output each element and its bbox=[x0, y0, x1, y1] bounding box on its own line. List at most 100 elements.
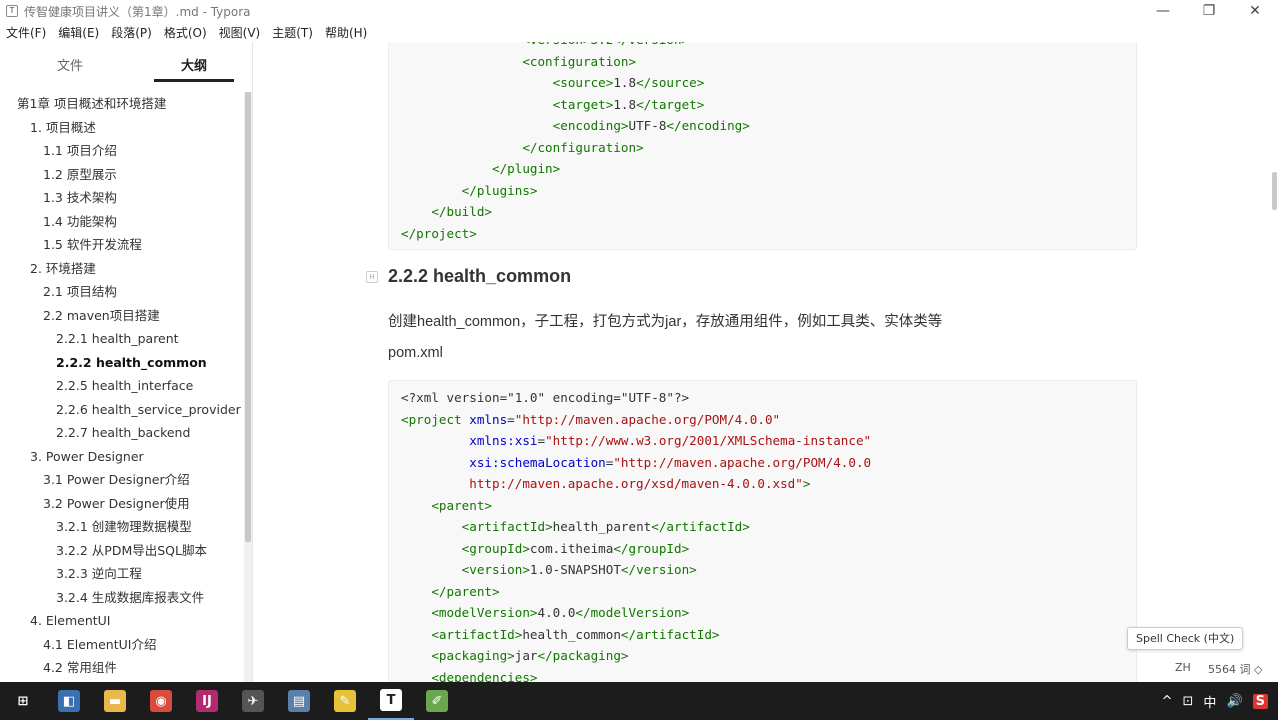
editor-area[interactable]: <version>3.2</version> <configuration> <… bbox=[254, 42, 1278, 682]
notepad-glyph: ✐ bbox=[426, 690, 448, 712]
outline-item[interactable]: 2. 环境搭建 bbox=[0, 257, 245, 281]
network-icon[interactable]: ⊡ bbox=[1183, 694, 1194, 709]
code-token: </plugin> bbox=[401, 161, 561, 176]
outline-item[interactable]: 2.2.2 health_common bbox=[0, 351, 245, 375]
menu-edit[interactable]: 编辑(E) bbox=[52, 24, 105, 41]
code-token: <target> bbox=[552, 96, 614, 112]
code-token: <dependencies> bbox=[401, 669, 538, 683]
code-token: </parent> bbox=[401, 583, 500, 599]
control-panel-icon[interactable]: ▤ bbox=[276, 682, 322, 720]
app-bird-icon[interactable]: ✈ bbox=[230, 682, 276, 720]
tab-files[interactable]: 文件 bbox=[15, 55, 125, 80]
app-yellow-icon[interactable]: ✎ bbox=[322, 682, 368, 720]
outline-item[interactable]: 3.2.3 逆向工程 bbox=[0, 562, 245, 586]
typora-icon[interactable]: T bbox=[368, 682, 414, 720]
menu-format[interactable]: 格式(O) bbox=[158, 24, 213, 41]
notepad-icon[interactable]: ✐ bbox=[414, 682, 460, 720]
outline-item[interactable]: 3.2.1 创建物理数据模型 bbox=[0, 515, 245, 539]
typora-glyph: T bbox=[380, 689, 402, 711]
outline-item[interactable]: 4.2 常用组件 bbox=[0, 656, 245, 680]
code-line: <encoding>UTF-8</encoding> bbox=[401, 115, 1124, 137]
language-indicator[interactable]: ZH bbox=[1175, 661, 1191, 674]
outline-item[interactable]: 3.1 Power Designer介绍 bbox=[0, 468, 245, 492]
menu-help[interactable]: 帮助(H) bbox=[319, 24, 373, 41]
menu-paragraph[interactable]: 段落(P) bbox=[105, 24, 158, 41]
heading-anchor-icon: H bbox=[366, 271, 378, 283]
outline-item[interactable]: 3.2 Power Designer使用 bbox=[0, 492, 245, 516]
file-explorer-icon[interactable]: ▬ bbox=[92, 682, 138, 720]
code-token: xmlns bbox=[469, 411, 508, 427]
code-block-pom[interactable]: <?xml version="1.0" encoding="UTF-8"?> <p… bbox=[388, 380, 1137, 682]
outline-item[interactable]: 1.2 原型展示 bbox=[0, 163, 245, 187]
outline-item[interactable]: 4. ElementUI bbox=[0, 609, 245, 633]
minimize-icon[interactable]: — bbox=[1140, 0, 1186, 22]
code-line: <parent> bbox=[401, 495, 1124, 517]
file-explorer-glyph: ▬ bbox=[104, 690, 126, 712]
menu-theme[interactable]: 主题(T) bbox=[266, 24, 319, 41]
outline-item[interactable]: 2.1 项目结构 bbox=[0, 280, 245, 304]
ime-icon[interactable]: 中 bbox=[1203, 692, 1216, 711]
code-token: </plugins> bbox=[401, 182, 538, 198]
code-block-build[interactable]: <version>3.2</version> <configuration> <… bbox=[388, 42, 1137, 250]
code-token: http://maven.apache.org/xsd/maven-4.0.0.… bbox=[401, 476, 803, 491]
code-token: jar bbox=[514, 648, 538, 663]
chrome-icon[interactable]: ◉ bbox=[138, 682, 184, 720]
outline-item[interactable]: 2.2 maven项目搭建 bbox=[0, 304, 245, 328]
system-tray: ^ ⊡ 中 🔊 S bbox=[1162, 682, 1278, 720]
volume-icon[interactable]: 🔊 bbox=[1226, 694, 1242, 709]
outline-item[interactable]: 3.2.4 生成数据库报表文件 bbox=[0, 586, 245, 610]
outline-item[interactable]: 2.2.1 health_parent bbox=[0, 327, 245, 351]
task-view-glyph: ◧ bbox=[58, 690, 80, 712]
intellij-icon[interactable]: IJ bbox=[184, 682, 230, 720]
code-token: <packaging> bbox=[431, 648, 515, 663]
outline-item[interactable]: 3.2.2 从PDM导出SQL脚本 bbox=[0, 539, 245, 563]
spell-check-tooltip[interactable]: Spell Check (中文) bbox=[1127, 627, 1244, 650]
sidebar-scrollbar-thumb[interactable] bbox=[245, 92, 251, 542]
code-line: <groupId>com.itheima</groupId> bbox=[401, 538, 1124, 560]
code-line: <target>1.8</target> bbox=[401, 94, 1124, 116]
tab-outline[interactable]: 大纲 bbox=[139, 55, 249, 82]
code-token: <source> bbox=[552, 75, 614, 90]
code-token: <project bbox=[401, 411, 470, 427]
tray-chevron-icon[interactable]: ^ bbox=[1162, 694, 1173, 709]
outline-item[interactable]: 4.1 ElementUI介绍 bbox=[0, 633, 245, 657]
outline-item[interactable]: 1.3 技术架构 bbox=[0, 186, 245, 210]
editor-scrollbar-thumb[interactable] bbox=[1272, 172, 1277, 210]
code-token: <?xml version="1.0" encoding="UTF-8"?> bbox=[401, 390, 690, 405]
section-heading: 2.2.2 health_common bbox=[388, 266, 572, 286]
task-view-icon[interactable]: ◧ bbox=[46, 682, 92, 720]
outline-item[interactable]: 3. Power Designer bbox=[0, 445, 245, 469]
tray-app-icon[interactable]: S bbox=[1252, 693, 1268, 709]
outline-item[interactable]: 2.2.5 health_interface bbox=[0, 374, 245, 398]
outline-item[interactable]: 2.2.6 health_service_provider bbox=[0, 398, 245, 422]
code-token: <groupId> bbox=[461, 540, 530, 556]
code-token: </configuration> bbox=[401, 139, 644, 155]
windows-taskbar: ⊞ ◧ ▬ ◉ IJ ✈ ▤ ✎ T ✐ ^ ⊡ 中 🔊 S bbox=[0, 682, 1278, 720]
word-count[interactable]: 5564 词 ◇ bbox=[1208, 661, 1262, 677]
outline-item[interactable]: 1.1 项目介绍 bbox=[0, 139, 245, 163]
menu-view[interactable]: 视图(V) bbox=[213, 24, 267, 41]
windows-start-icon[interactable]: ⊞ bbox=[0, 682, 46, 720]
outline-item[interactable]: 第1章 项目概述和环境搭建 bbox=[0, 92, 245, 116]
outline-item[interactable]: 1.4 功能架构 bbox=[0, 210, 245, 234]
close-icon[interactable]: ✕ bbox=[1232, 0, 1278, 22]
code-token: <modelVersion> bbox=[431, 605, 538, 620]
restore-icon[interactable]: ❐ bbox=[1186, 0, 1232, 22]
app-yellow-glyph: ✎ bbox=[334, 690, 356, 712]
code-line: </plugin> bbox=[401, 158, 1124, 180]
outline-item[interactable]: 2.2.7 health_backend bbox=[0, 421, 245, 445]
code-token: </packaging> bbox=[537, 648, 629, 663]
sidebar-scrollbar[interactable] bbox=[244, 92, 252, 682]
section-description: 创建health_common，子工程，打包方式为jar，存放通用组件，例如工具… bbox=[388, 314, 943, 330]
code-token: = bbox=[507, 411, 515, 427]
code-token: <version>3.2</version> bbox=[401, 42, 689, 47]
outline-item[interactable]: 1.5 软件开发流程 bbox=[0, 233, 245, 257]
outline-item[interactable]: 1. 项目概述 bbox=[0, 116, 245, 140]
menu-file[interactable]: 文件(F) bbox=[0, 24, 52, 41]
code-line: <modelVersion>4.0.0</modelVersion> bbox=[401, 602, 1124, 624]
